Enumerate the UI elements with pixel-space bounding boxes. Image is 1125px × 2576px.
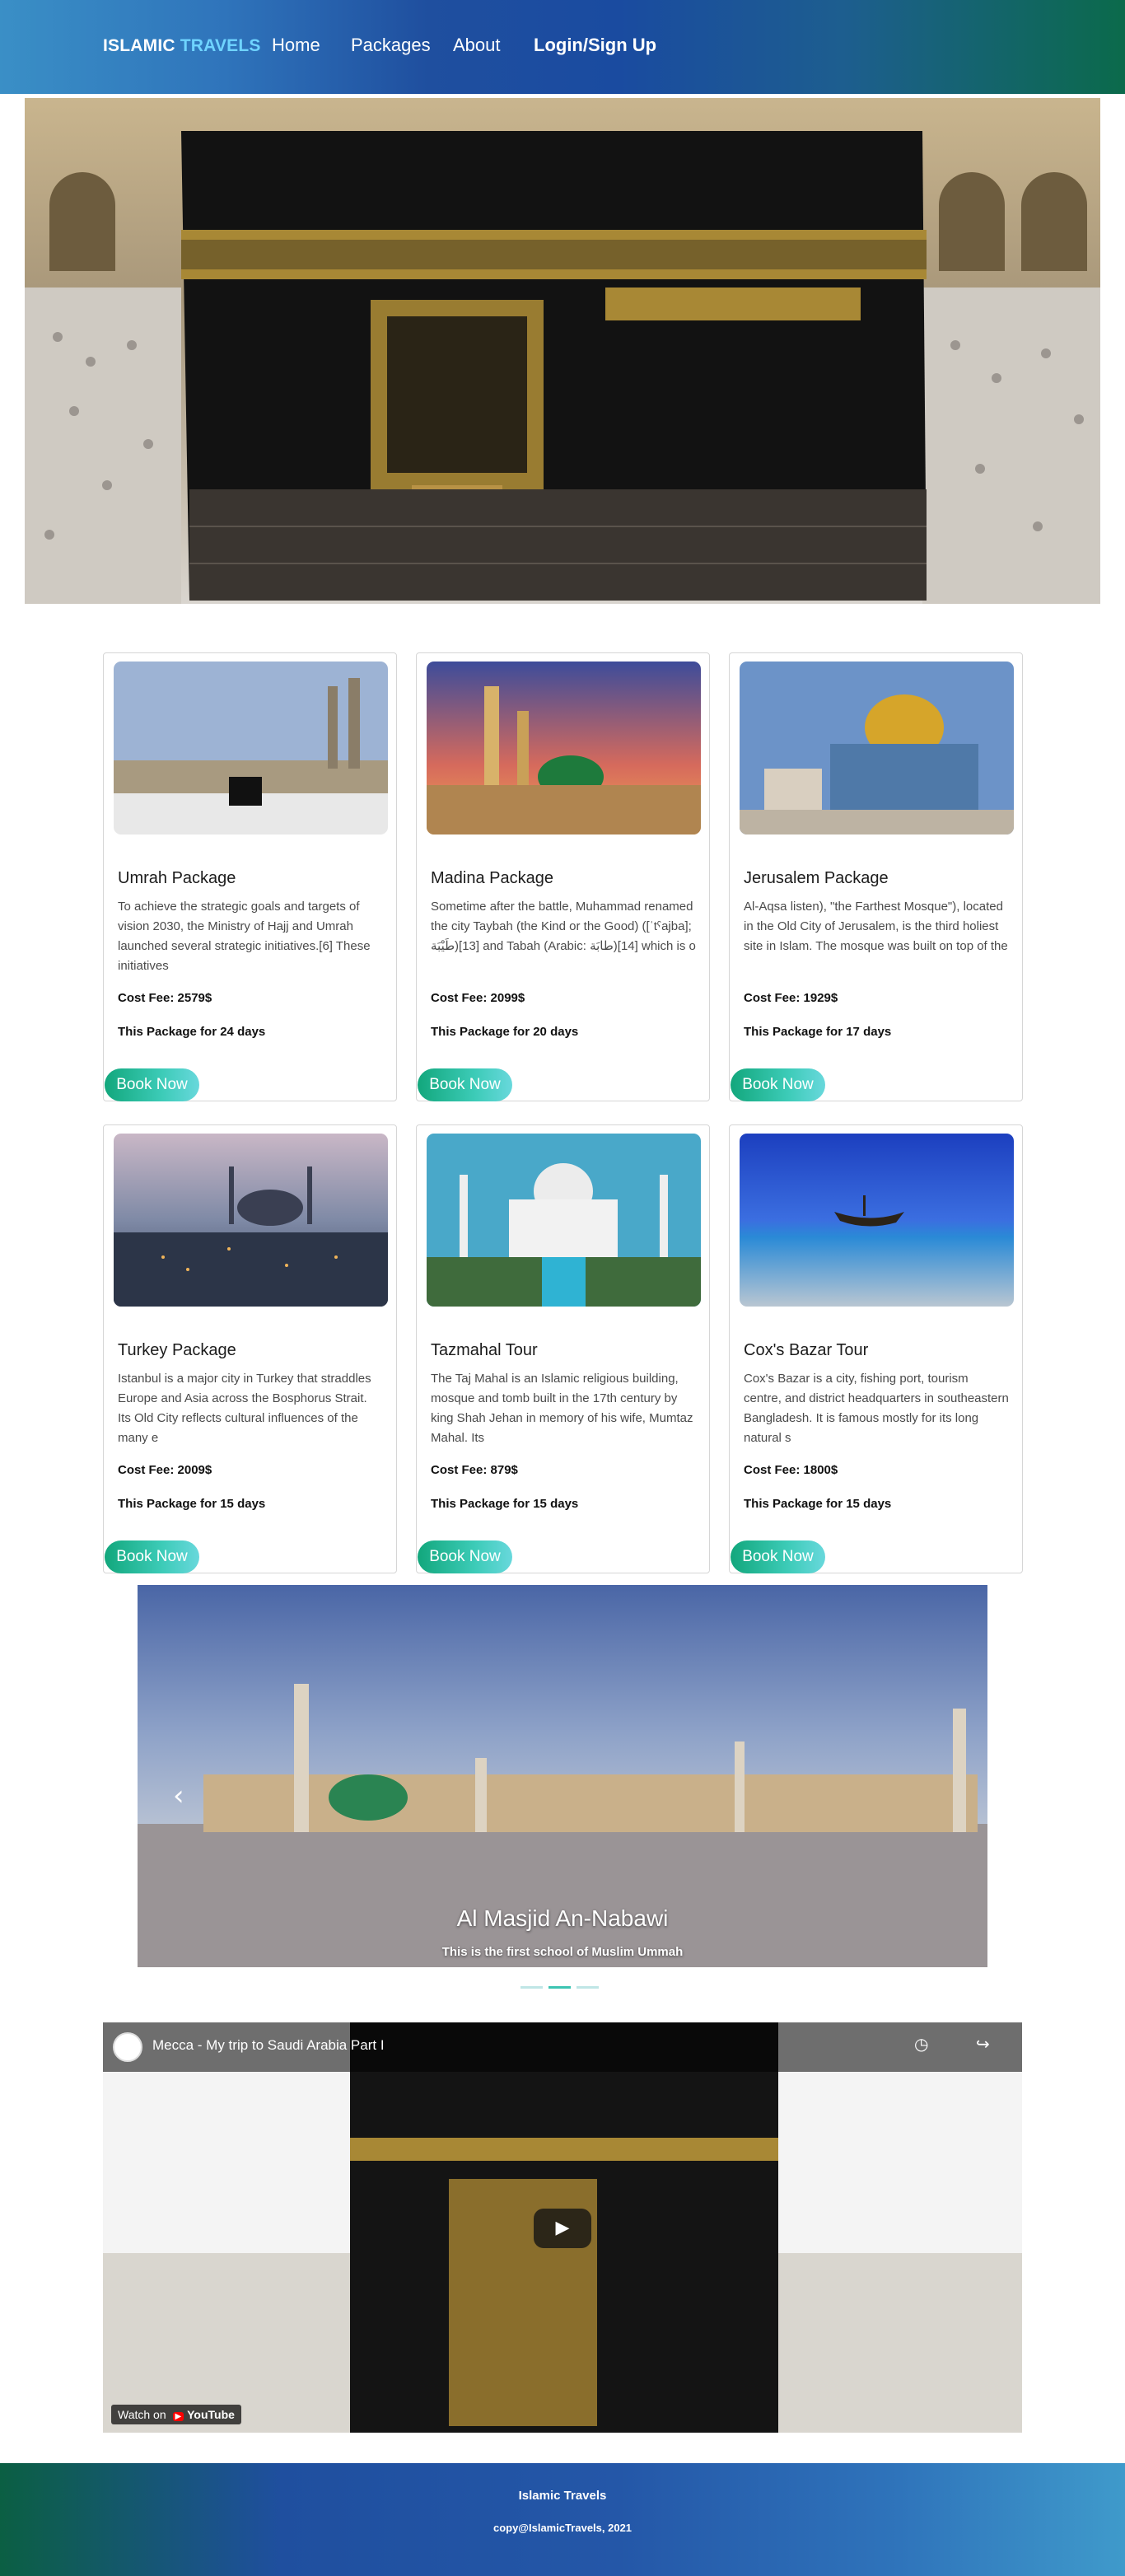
card-days: This Package for 15 days	[118, 1497, 266, 1511]
footer-title: Islamic Travels	[518, 2489, 607, 2503]
footer-copyright: copy@IslamicTravels, 2021	[492, 2522, 633, 2534]
card-title: Tazmahal Tour	[431, 1341, 538, 1359]
nav-about-link[interactable]: About	[453, 35, 501, 56]
clock-icon[interactable]: ◷	[914, 2034, 928, 2054]
nav-login-link[interactable]: Login/Sign Up	[534, 35, 656, 56]
package-card-turkey: Turkey Package Istanbul is a major city …	[103, 1124, 397, 1573]
package-card-coxs-bazar: Cox's Bazar Tour Cox's Bazar is a city, …	[729, 1124, 1023, 1573]
card-title: Umrah Package	[118, 869, 236, 887]
book-now-button[interactable]: Book Now	[731, 1540, 825, 1573]
card-cost: Cost Fee: 2009$	[118, 1463, 212, 1477]
card-days: This Package for 20 days	[431, 1025, 579, 1039]
footer	[0, 2463, 1125, 2576]
card-title: Madina Package	[431, 869, 553, 887]
card-cost: Cost Fee: 2099$	[431, 991, 525, 1005]
card-cost: Cost Fee: 2579$	[118, 991, 212, 1005]
card-description: Cox's Bazar is a city, fishing port, tou…	[744, 1372, 1009, 1445]
carousel-prev-icon[interactable]: ‹	[173, 1779, 184, 1812]
card-description: The Taj Mahal is an Islamic religious bu…	[431, 1372, 693, 1445]
card-image	[427, 1134, 701, 1307]
carousel-indicator-3[interactable]	[577, 1986, 599, 1989]
card-title: Turkey Package	[118, 1341, 236, 1359]
package-card-umrah: Umrah Package To achieve the strategic g…	[103, 652, 397, 1101]
card-days: This Package for 17 days	[744, 1025, 892, 1039]
package-card-jerusalem: Jerusalem Package Al-Aqsa listen), "the …	[729, 652, 1023, 1101]
brand-main: ISLAMIC	[103, 36, 180, 55]
card-image	[740, 662, 1014, 835]
book-now-button[interactable]: Book Now	[731, 1068, 825, 1101]
package-card-madina: Madina Package Sometime after the battle…	[416, 652, 710, 1101]
card-description: Al-Aqsa listen), "the Farthest Mosque"),…	[744, 900, 1008, 953]
play-button[interactable]: ▶	[534, 2209, 591, 2248]
nav-packages-link[interactable]: Packages	[351, 35, 431, 56]
card-description: To achieve the strategic goals and targe…	[118, 900, 371, 973]
card-cost: Cost Fee: 1929$	[744, 991, 838, 1005]
card-days: This Package for 15 days	[431, 1497, 579, 1511]
book-now-button[interactable]: Book Now	[105, 1540, 199, 1573]
card-image	[740, 1134, 1014, 1307]
brand-accent: TRAVELS	[180, 36, 261, 55]
card-description: Istanbul is a major city in Turkey that …	[118, 1372, 371, 1445]
card-days: This Package for 24 days	[118, 1025, 266, 1039]
navbar: ISLAMIC TRAVELS Home Packages About Logi…	[0, 0, 1125, 94]
video-title[interactable]: Mecca - My trip to Saudi Arabia Part I	[152, 2037, 385, 2054]
beach-boat-illustration	[740, 1134, 1014, 1307]
taj-mahal-illustration	[427, 1134, 701, 1307]
card-description: Sometime after the battle, Muhammad rena…	[431, 900, 696, 953]
brand-logo[interactable]: ISLAMIC TRAVELS	[103, 36, 261, 56]
masjid-al-haram-illustration	[114, 662, 388, 835]
carousel-indicator-1[interactable]	[520, 1986, 543, 1989]
card-days: This Package for 15 days	[744, 1497, 892, 1511]
watch-on-text: Watch on	[118, 2408, 166, 2421]
card-image	[114, 662, 388, 835]
card-title: Jerusalem Package	[744, 869, 889, 887]
card-cost: Cost Fee: 1800$	[744, 1463, 838, 1477]
package-card-tazmahal: Tazmahal Tour The Taj Mahal is an Islami…	[416, 1124, 710, 1573]
kaaba-hero-illustration	[25, 98, 1100, 604]
youtube-logo-icon: ▶	[172, 2412, 184, 2421]
card-image	[114, 1134, 388, 1307]
card-title: Cox's Bazar Tour	[744, 1341, 869, 1359]
share-icon[interactable]: ↪	[976, 2034, 990, 2054]
video-avatar[interactable]	[113, 2032, 142, 2062]
carousel-indicator-2[interactable]	[548, 1986, 571, 1989]
book-now-button[interactable]: Book Now	[105, 1068, 199, 1101]
book-now-button[interactable]: Book Now	[418, 1540, 512, 1573]
hero-image	[25, 98, 1100, 604]
youtube-brand: YouTube	[187, 2408, 235, 2421]
card-cost: Cost Fee: 879$	[431, 1463, 518, 1477]
nav-home-link[interactable]: Home	[272, 35, 320, 56]
card-image	[427, 662, 701, 835]
book-now-button[interactable]: Book Now	[418, 1068, 512, 1101]
istanbul-illustration	[114, 1134, 388, 1307]
dome-of-the-rock-illustration	[740, 662, 1014, 835]
youtube-video-embed[interactable]: Mecca - My trip to Saudi Arabia Part I ◷…	[103, 2022, 1022, 2433]
green-dome-illustration	[427, 662, 701, 835]
watch-on-label[interactable]: Watch on ▶ YouTube	[111, 2405, 241, 2424]
carousel-caption: Al Masjid An-Nabawi	[456, 1905, 669, 1931]
carousel-subcaption: This is the first school of Muslim Ummah	[441, 1945, 684, 1959]
